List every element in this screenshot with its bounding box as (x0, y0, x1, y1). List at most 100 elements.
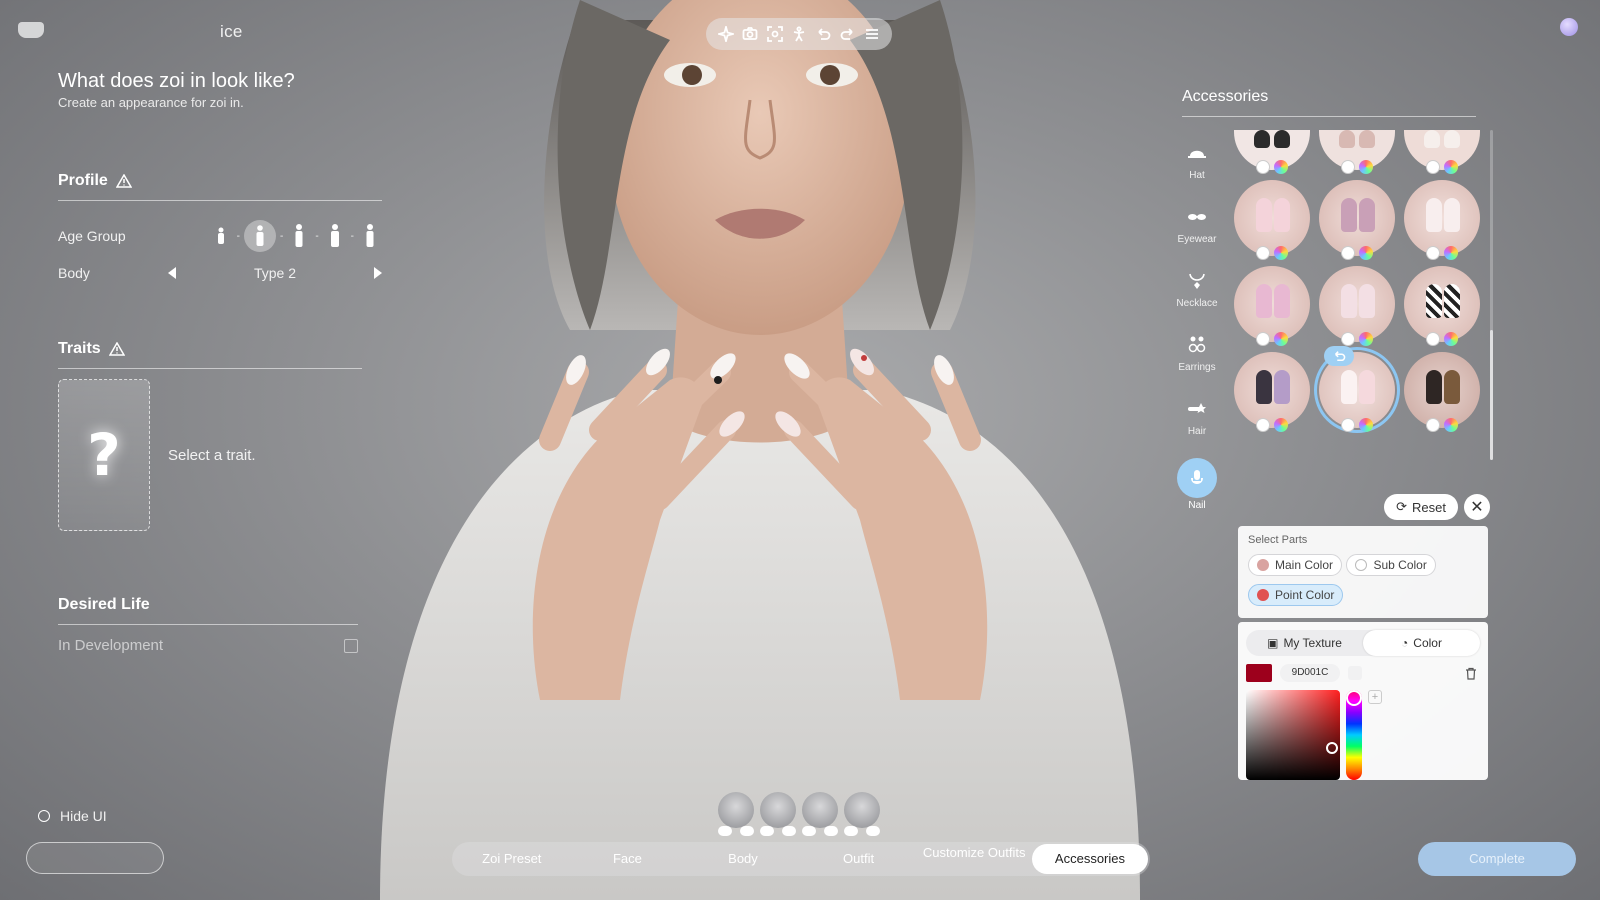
tab-face[interactable]: Face (570, 844, 686, 874)
earrings-icon (1188, 336, 1206, 353)
outfit-thumb-nails[interactable] (844, 792, 880, 836)
hex-input[interactable]: 9D001C (1280, 664, 1340, 682)
category-earrings[interactable]: Earrings (1172, 330, 1222, 394)
tab-zoi-preset[interactable]: Zoi Preset (454, 844, 570, 874)
tab-outfit[interactable]: Outfit (801, 844, 917, 874)
outfit-thumb-top[interactable] (718, 792, 754, 836)
accessories-title: Accessories (1182, 88, 1269, 105)
tab-customize-outfits[interactable]: Customize Outfits (916, 844, 1032, 874)
eye-icon[interactable] (844, 826, 858, 836)
picker-knob[interactable] (1326, 742, 1338, 754)
reset-button[interactable]: ⟳ Reset (1384, 494, 1458, 520)
undo-icon[interactable] (824, 826, 838, 836)
hue-slider[interactable] (1346, 690, 1362, 780)
sparkle-icon[interactable] (716, 24, 736, 44)
add-color-button[interactable]: + (1368, 690, 1382, 704)
color-wheel-icon (1274, 246, 1288, 260)
profile-heading: Profile (58, 172, 382, 190)
undo-icon[interactable] (782, 826, 796, 836)
category-label: Necklace (1176, 298, 1218, 309)
nail-style-item[interactable] (1404, 180, 1480, 260)
undo-icon[interactable] (866, 826, 880, 836)
nail-style-item[interactable] (1319, 130, 1395, 174)
grid-scrollbar-thumb[interactable] (1490, 330, 1493, 460)
age-child-icon[interactable] (209, 221, 233, 251)
trash-icon[interactable] (1462, 664, 1480, 682)
color-wheel-icon (1274, 332, 1288, 346)
radio-circle-icon (38, 810, 50, 822)
nail-style-item[interactable] (1319, 266, 1395, 346)
outfit-thumb-bottom[interactable] (760, 792, 796, 836)
nail-style-item[interactable] (1234, 266, 1310, 346)
category-hair[interactable]: Hair (1172, 394, 1222, 458)
page-title: ice (220, 22, 243, 41)
body-label: Body (58, 265, 90, 281)
nail-style-item[interactable] (1319, 180, 1395, 260)
saved-color-slot[interactable] (1348, 666, 1362, 680)
accessories-divider (1182, 116, 1476, 117)
cat-badge-icon (1256, 246, 1270, 260)
point-color-option[interactable]: Point Color (1248, 584, 1344, 606)
category-necklace[interactable]: Necklace (1172, 266, 1222, 330)
warning-icon (115, 174, 132, 188)
color-dot (1257, 589, 1269, 601)
category-label: Nail (1188, 500, 1206, 511)
camera-icon[interactable] (740, 24, 760, 44)
desired-life-heading: Desired Life (58, 596, 358, 614)
age-senior-icon[interactable] (358, 221, 382, 251)
category-label: Hair (1187, 426, 1207, 437)
section-divider (58, 624, 358, 625)
hide-ui-toggle[interactable]: Hide UI (38, 808, 107, 824)
back-button[interactable] (26, 842, 164, 874)
pose-icon[interactable] (789, 24, 809, 44)
color-wheel-icon (1274, 418, 1288, 432)
tab-my-texture[interactable]: ▣ My Texture (1246, 630, 1363, 656)
eye-icon[interactable] (760, 826, 774, 836)
refresh-icon: ⟳ (1396, 499, 1407, 514)
saturation-value-picker[interactable] (1246, 690, 1340, 780)
eye-icon[interactable] (802, 826, 816, 836)
hue-knob[interactable] (1346, 690, 1362, 706)
sub-color-option[interactable]: Sub Color (1346, 554, 1436, 576)
category-hat[interactable]: Hat (1172, 138, 1222, 202)
category-eyewear[interactable]: Eyewear (1172, 202, 1222, 266)
undo-icon[interactable] (813, 24, 833, 44)
eye-icon[interactable] (718, 826, 732, 836)
outfit-thumb-shoes[interactable] (802, 792, 838, 836)
nail-style-item[interactable] (1234, 352, 1310, 432)
age-teen-icon[interactable] (243, 220, 276, 252)
tab-color[interactable]: ◔ Color (1363, 630, 1480, 656)
character-viewport[interactable] (340, 0, 1180, 900)
previous-body-button[interactable] (168, 267, 176, 279)
color-picker: + (1246, 690, 1480, 780)
color-editor-panel: ▣ My Texture ◔ Color 9D001C + (1238, 622, 1488, 780)
undo-icon[interactable] (1324, 346, 1354, 366)
complete-button[interactable]: Complete (1418, 842, 1576, 876)
age-middle-icon[interactable] (323, 221, 347, 251)
age-adult-icon[interactable] (287, 221, 311, 251)
nail-style-item[interactable] (1404, 352, 1480, 432)
trait-slot[interactable]: ? (58, 379, 150, 531)
trait-hint: Select a trait. (168, 446, 256, 464)
page-question: What does zoi in look like? (58, 70, 295, 92)
account-avatar[interactable] (1560, 18, 1578, 36)
undo-icon[interactable] (740, 826, 754, 836)
main-color-option[interactable]: Main Color (1248, 554, 1343, 576)
close-button[interactable]: ✕ (1464, 494, 1490, 520)
tab-accessories[interactable]: Accessories (1031, 844, 1148, 874)
warning-icon (108, 342, 125, 356)
nail-style-item[interactable] (1404, 130, 1480, 174)
redo-icon[interactable] (838, 24, 858, 44)
parts-options-row: Main Color Sub Color (1248, 546, 1478, 576)
question-mark-icon: ? (87, 421, 121, 489)
category-nail[interactable]: Nail (1172, 458, 1222, 522)
section-divider (58, 368, 362, 369)
next-body-button[interactable] (374, 267, 382, 279)
nail-style-item[interactable] (1404, 266, 1480, 346)
tab-body[interactable]: Body (685, 844, 801, 874)
menu-icon[interactable] (862, 24, 882, 44)
nail-style-item[interactable] (1234, 180, 1310, 260)
nail-style-item[interactable] (1234, 130, 1310, 174)
focus-icon[interactable] (765, 24, 785, 44)
select-parts-heading: Select Parts (1248, 534, 1308, 546)
